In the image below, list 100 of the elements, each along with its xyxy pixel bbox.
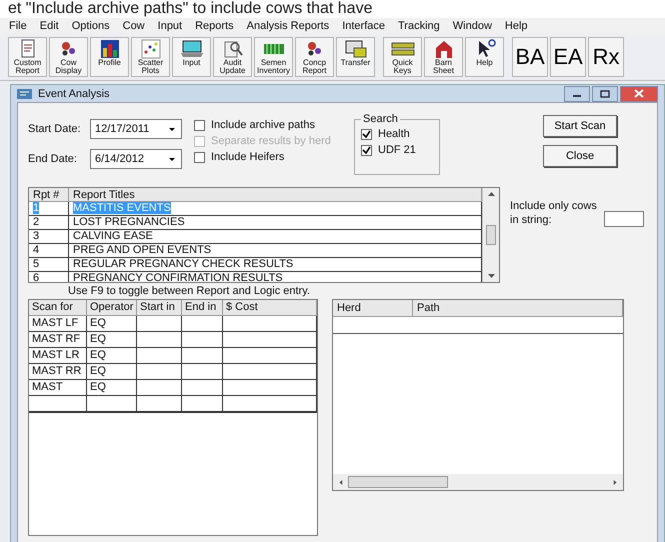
- input-field[interactable]: [604, 211, 644, 227]
- table-cell[interactable]: [182, 332, 223, 348]
- horizontal-scrollbar[interactable]: [333, 474, 623, 490]
- table-cell[interactable]: [137, 348, 182, 364]
- scroll-thumb[interactable]: [486, 225, 496, 245]
- table-cell[interactable]: EQ: [87, 316, 137, 332]
- toolbar-button[interactable]: Profile: [90, 37, 129, 77]
- scroll-thumb[interactable]: [348, 476, 448, 488]
- menu-item[interactable]: Help: [504, 19, 529, 33]
- dialog-button[interactable]: Close: [543, 145, 617, 167]
- checkbox-label: UDF 21: [378, 144, 416, 156]
- toolbar-button[interactable]: Cow Display: [49, 37, 88, 77]
- table-cell[interactable]: CALVING EASE: [73, 230, 153, 242]
- table-cell[interactable]: EQ: [87, 364, 137, 380]
- table-cell[interactable]: PREG AND OPEN EVENTS: [73, 244, 212, 256]
- table-cell[interactable]: MAST: [29, 380, 87, 396]
- table-cell[interactable]: [223, 348, 317, 364]
- column-header[interactable]: End in: [182, 300, 223, 316]
- table-cell[interactable]: REGULAR PREGNANCY CHECK RESULTS: [73, 258, 294, 270]
- table-cell[interactable]: [137, 380, 182, 396]
- toolbar-button[interactable]: Semen Inventory: [254, 37, 293, 77]
- toolbar-button[interactable]: Rx: [588, 37, 624, 77]
- table-cell[interactable]: [223, 364, 317, 380]
- table-cell[interactable]: [182, 316, 223, 332]
- table-cell[interactable]: 2: [33, 216, 40, 228]
- checkbox-label: Include Heifers: [211, 151, 284, 163]
- table-cell[interactable]: [137, 332, 182, 348]
- toolbar-button[interactable]: Concp Report: [295, 37, 334, 77]
- date-dropdown[interactable]: 12/17/2011: [90, 119, 182, 139]
- scroll-up-icon[interactable]: [488, 191, 494, 196]
- table-cell[interactable]: [223, 316, 317, 332]
- table-cell[interactable]: [223, 380, 317, 396]
- dropdown-arrow-icon[interactable]: [167, 125, 177, 133]
- minimize-button[interactable]: [564, 86, 590, 102]
- scroll-left-icon[interactable]: [337, 480, 344, 484]
- column-header[interactable]: Path: [413, 300, 623, 317]
- table-cell[interactable]: [137, 316, 182, 332]
- toolbar-button[interactable]: Input: [172, 37, 211, 77]
- maximize-button[interactable]: [592, 86, 618, 102]
- dropdown-arrow-icon[interactable]: [167, 155, 177, 163]
- table-cell[interactable]: EQ: [87, 380, 137, 396]
- table-cell[interactable]: LOST PREGNANCIES: [73, 216, 185, 228]
- column-header[interactable]: Rpt #: [29, 188, 69, 202]
- column-header[interactable]: Report Titles: [69, 188, 482, 202]
- close-icon: [634, 89, 644, 98]
- close-button[interactable]: [620, 86, 658, 102]
- table-cell[interactable]: MAST LR: [29, 348, 87, 364]
- toolbar-button[interactable]: EA: [550, 37, 586, 77]
- column-header[interactable]: Start in: [137, 300, 182, 316]
- checkbox[interactable]: [194, 152, 205, 162]
- menu-item[interactable]: Cow: [122, 19, 146, 33]
- menu-item[interactable]: Reports: [194, 19, 235, 33]
- table-cell[interactable]: PREGNANCY CONFIRMATION RESULTS: [73, 272, 283, 282]
- dialog-button[interactable]: Start Scan: [543, 115, 617, 137]
- toolbar-button[interactable]: Scatter Plots: [131, 37, 170, 77]
- toolbar-button[interactable]: Audit Update: [213, 37, 252, 77]
- table-cell[interactable]: [137, 396, 182, 412]
- scroll-down-icon[interactable]: [488, 274, 494, 279]
- table-cell[interactable]: [87, 396, 137, 412]
- menu-item[interactable]: Input: [156, 19, 184, 33]
- toolbar-button[interactable]: Help: [465, 37, 504, 77]
- table-cell[interactable]: [182, 364, 223, 380]
- table-cell[interactable]: 3: [33, 230, 40, 242]
- table-cell[interactable]: [137, 364, 182, 380]
- menu-item[interactable]: Analysis Reports: [246, 19, 330, 33]
- checkbox[interactable]: [361, 144, 372, 156]
- column-header[interactable]: $ Cost: [223, 300, 317, 316]
- checkbox[interactable]: [194, 120, 205, 130]
- table-cell[interactable]: [223, 332, 317, 348]
- column-header[interactable]: Scan for: [29, 300, 87, 316]
- table-cell[interactable]: [182, 348, 223, 364]
- table-cell[interactable]: EQ: [87, 332, 137, 348]
- toolbar-button[interactable]: Transfer: [336, 37, 375, 77]
- vertical-scrollbar[interactable]: [482, 188, 499, 282]
- table-cell[interactable]: MAST RF: [29, 332, 87, 348]
- menu-item[interactable]: Window: [452, 19, 493, 33]
- menu-item[interactable]: Tracking: [397, 19, 441, 33]
- table-cell[interactable]: [29, 396, 87, 412]
- date-dropdown[interactable]: 6/14/2012: [90, 149, 182, 169]
- table-cell[interactable]: [182, 380, 223, 396]
- checkbox[interactable]: [361, 128, 372, 140]
- menu-item[interactable]: File: [8, 19, 28, 33]
- menu-item[interactable]: Interface: [341, 19, 386, 33]
- table-cell[interactable]: [223, 396, 317, 412]
- toolbar-button[interactable]: Barn Sheet: [424, 37, 463, 77]
- table-cell[interactable]: 5: [33, 258, 40, 270]
- scroll-right-icon[interactable]: [612, 480, 619, 484]
- menu-item[interactable]: Edit: [38, 19, 60, 33]
- toolbar-button[interactable]: BA: [512, 37, 548, 77]
- table-cell[interactable]: [182, 396, 223, 412]
- menu-item[interactable]: Options: [70, 19, 111, 33]
- table-cell[interactable]: 4: [33, 244, 40, 256]
- column-header[interactable]: Operator: [87, 300, 137, 316]
- table-cell[interactable]: EQ: [87, 348, 137, 364]
- column-header[interactable]: Herd: [333, 300, 413, 317]
- toolbar-button[interactable]: Custom Report: [8, 37, 47, 77]
- table-cell[interactable]: MAST LF: [29, 316, 87, 332]
- toolbar-button[interactable]: Quick Keys: [383, 37, 422, 77]
- table-cell[interactable]: 6: [33, 272, 40, 282]
- table-cell[interactable]: MAST RR: [29, 364, 87, 380]
